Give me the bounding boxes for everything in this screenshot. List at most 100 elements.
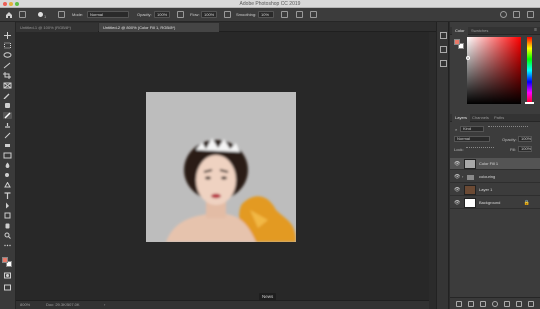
panel-foreground-swatch[interactable]	[454, 39, 460, 45]
link-layers-icon[interactable]	[456, 301, 462, 307]
zoom-tool-icon[interactable]	[3, 232, 12, 239]
brush-size-value: 1	[44, 14, 47, 19]
layer-thumbnail	[464, 198, 476, 208]
layers-panel-footer	[450, 297, 540, 309]
frame-tool-icon[interactable]	[3, 82, 12, 89]
blur-tool-icon[interactable]	[3, 162, 12, 169]
quick-selection-tool-icon[interactable]	[3, 62, 12, 69]
hue-slider-handle[interactable]	[525, 102, 534, 104]
quick-mask-icon[interactable]	[3, 272, 12, 279]
symmetry-butterfly-icon[interactable]	[310, 11, 317, 18]
pressure-opacity-icon[interactable]	[177, 11, 184, 18]
hue-slider[interactable]	[527, 37, 532, 104]
layer-opacity-field[interactable]: 100%	[518, 136, 532, 142]
foreground-color-swatch[interactable]	[2, 257, 8, 263]
clone-stamp-tool-icon[interactable]	[3, 122, 12, 129]
pressure-size-icon[interactable]	[296, 11, 303, 18]
pen-tool-icon[interactable]	[3, 181, 12, 189]
tab-untitled-2[interactable]: Untitled-2 @ 800% (Color Fill 1, RGB/8*)	[99, 23, 219, 32]
zoom-level[interactable]: 800%	[20, 301, 30, 309]
panel-menu-icon[interactable]: ≡	[534, 27, 537, 33]
document-tab-bar: Untitled-1 @ 100% (RGB/8*) Untitled-2 @ …	[16, 22, 449, 32]
news-tooltip: News	[259, 293, 277, 301]
airbrush-icon[interactable]	[224, 11, 231, 18]
status-menu-chevron-icon[interactable]: ›	[104, 301, 105, 309]
rectangle-tool-icon[interactable]	[3, 212, 12, 219]
type-tool-icon[interactable]	[3, 192, 12, 199]
properties-panel-icon[interactable]	[440, 46, 447, 53]
layer-name[interactable]: Background	[479, 197, 500, 209]
visibility-eye-icon[interactable]: 👁	[454, 200, 460, 206]
tab-untitled-1[interactable]: Untitled-1 @ 100% (RGB/8*)	[16, 23, 98, 32]
new-layer-icon[interactable]	[516, 301, 522, 307]
brush-preset-picker[interactable]: 1	[38, 11, 50, 19]
brush-tool-icon[interactable]	[19, 11, 26, 18]
marquee-tool-icon[interactable]	[3, 42, 12, 49]
screen-mode-icon[interactable]	[3, 284, 12, 291]
document-canvas[interactable]	[146, 92, 296, 242]
dodge-tool-icon[interactable]	[3, 172, 12, 179]
eyedropper-tool-icon[interactable]	[3, 92, 12, 100]
brush-settings-icon[interactable]	[58, 11, 65, 18]
brush-settings-panel-icon[interactable]	[440, 60, 447, 67]
layer-name[interactable]: colouring	[479, 171, 495, 183]
search-icon[interactable]	[500, 11, 507, 18]
layer-style-fx-icon[interactable]	[468, 301, 474, 307]
layer-filter-icons[interactable]	[488, 126, 528, 132]
more-tools-icon[interactable]	[3, 242, 12, 249]
move-tool-icon[interactable]	[3, 32, 12, 39]
visibility-eye-icon[interactable]: 👁	[454, 187, 460, 193]
lasso-tool-icon[interactable]	[3, 52, 12, 59]
delete-layer-trash-icon[interactable]	[528, 301, 534, 307]
layer-row-colouring[interactable]: 👁 › colouring	[450, 171, 540, 183]
tab-label: Untitled-1 @ 100% (RGB/8*)	[20, 25, 71, 30]
folder-icon	[467, 175, 474, 180]
tab-channels[interactable]: Channels	[469, 114, 492, 122]
tab-color[interactable]: Color	[452, 27, 468, 35]
tab-paths[interactable]: Paths	[491, 114, 507, 122]
layer-row-layer-1[interactable]: 👁 Layer 1	[450, 184, 540, 196]
color-field[interactable]	[467, 37, 521, 104]
layer-row-color-fill-1[interactable]: 👁 Color Fill 1	[450, 158, 540, 170]
layers-panel-tabs: Layers Channels Paths	[450, 114, 540, 122]
mode-label: Mode:	[72, 12, 84, 17]
smoothing-field[interactable]: 10%	[258, 11, 274, 18]
path-selection-tool-icon[interactable]	[3, 202, 12, 209]
workspace-icon[interactable]	[513, 11, 520, 18]
opacity-field[interactable]: 100%	[154, 11, 170, 18]
visibility-eye-icon[interactable]: 👁	[454, 161, 460, 167]
share-icon[interactable]	[527, 11, 534, 18]
tab-layers[interactable]: Layers	[452, 114, 471, 122]
flow-field[interactable]: 100%	[201, 11, 217, 18]
history-brush-tool-icon[interactable]	[3, 132, 12, 139]
blend-mode-select[interactable]: Normal	[454, 136, 490, 142]
document-info[interactable]: Doc: 29.3K/507.0K	[46, 301, 80, 309]
hand-tool-icon[interactable]	[3, 222, 12, 229]
tab-swatches[interactable]: Swatches	[468, 27, 491, 35]
gradient-tool-icon[interactable]	[3, 152, 12, 159]
crop-tool-icon[interactable]	[3, 72, 12, 79]
new-group-folder-icon[interactable]	[504, 301, 510, 307]
layer-name[interactable]: Layer 1	[479, 184, 492, 196]
adjustment-layer-icon[interactable]	[492, 301, 498, 307]
healing-brush-tool-icon[interactable]	[3, 102, 12, 109]
add-mask-icon[interactable]	[480, 301, 486, 307]
home-icon[interactable]	[5, 11, 12, 18]
brush-tool-icon[interactable]	[3, 112, 12, 119]
flow-label: Flow:	[190, 12, 200, 17]
group-expand-chevron-icon[interactable]: ›	[462, 174, 463, 179]
mode-select[interactable]: Normal	[87, 11, 129, 18]
layer-name[interactable]: Color Fill 1	[479, 158, 498, 170]
eraser-tool-icon[interactable]	[3, 142, 12, 149]
smoothing-options-gear-icon[interactable]	[281, 11, 288, 18]
lock-label: Lock:	[454, 147, 464, 152]
options-bar: 1 Mode: Normal Opacity: 100% Flow: 100% …	[0, 8, 540, 22]
layer-row-background[interactable]: 👁 Background 🔒	[450, 197, 540, 209]
history-panel-icon[interactable]	[440, 32, 447, 39]
layer-filter-search-icon: ⌕	[455, 127, 458, 132]
lock-icon[interactable]: 🔒	[524, 200, 530, 206]
layer-kind-filter[interactable]: Kind	[460, 126, 484, 132]
fill-field[interactable]: 100%	[518, 146, 532, 152]
visibility-eye-icon[interactable]: 👁	[454, 174, 460, 180]
lock-options[interactable]	[466, 147, 494, 152]
